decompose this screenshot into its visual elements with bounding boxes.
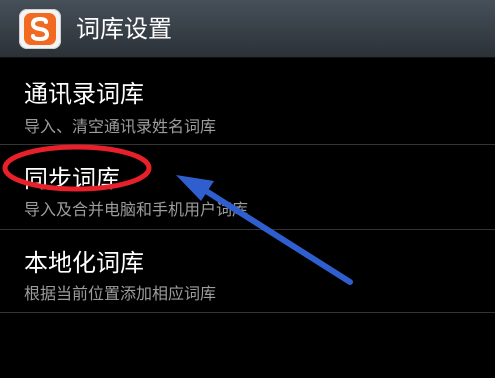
sogou-logo-icon [19,9,61,49]
item-title: 通讯录词库 [24,80,144,108]
item-subtitle: 根据当前位置添加相应词库 [24,284,217,303]
settings-item-contacts-dictionary[interactable]: 通讯录词库 导入、清空通讯录姓名词库 [0,58,495,145]
title-bar: 词库设置 [0,0,495,58]
item-subtitle: 导入、清空通讯录姓名词库 [24,117,217,136]
settings-item-local-dictionary[interactable]: 本地化词库 根据当前位置添加相应词库 [0,230,495,313]
item-subtitle: 导入及合并电脑和手机用户词库 [24,200,249,219]
page-title: 词库设置 [76,15,172,43]
item-title: 本地化词库 [24,249,144,277]
item-title: 同步词库 [24,165,120,193]
settings-item-sync-dictionary[interactable]: 同步词库 导入及合并电脑和手机用户词库 [0,145,495,230]
